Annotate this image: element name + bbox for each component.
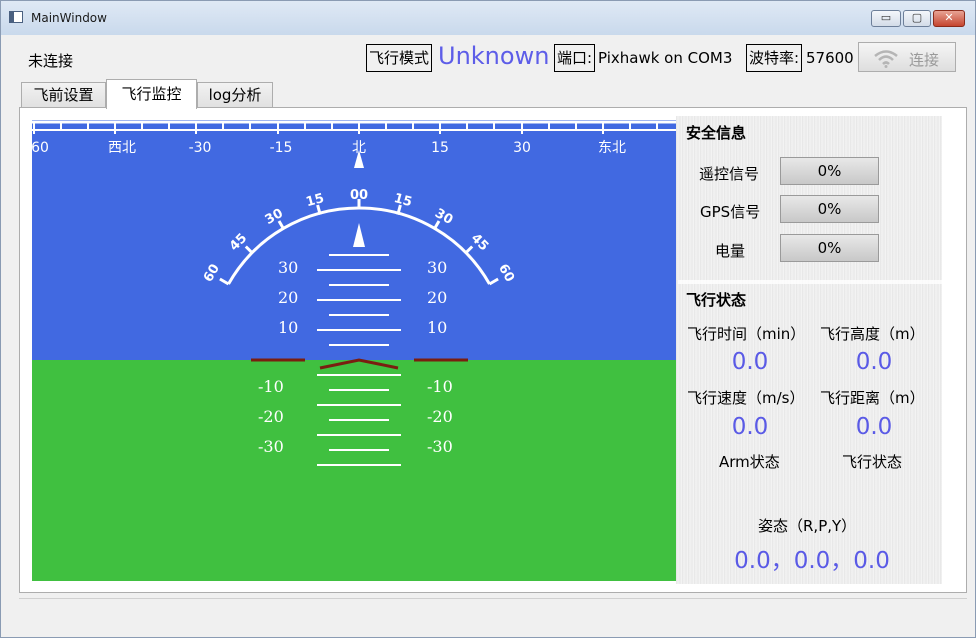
pitch-label: 20 — [427, 288, 447, 307]
battery-label: 电量 — [715, 242, 746, 260]
flight-altitude-value: 0.0 — [855, 349, 893, 375]
pitch-label: -20 — [258, 407, 284, 426]
baud-label: 波特率: — [746, 44, 803, 72]
pitch-label: -30 — [258, 437, 284, 456]
sky — [32, 120, 676, 360]
tab-log-analysis[interactable]: log分析 — [197, 82, 273, 108]
battery-bar: 0% — [780, 234, 879, 262]
close-button[interactable]: ✕ — [933, 10, 965, 27]
flight-time-value: 0.0 — [731, 349, 769, 375]
pitch-label: 30 — [427, 258, 447, 277]
attitude-label: 姿态（R,P,Y） — [758, 517, 857, 535]
flight-distance-value: 0.0 — [855, 414, 893, 440]
heading-label: 30 — [513, 140, 531, 156]
pitch-label: -30 — [427, 437, 453, 456]
pitch-label: 20 — [278, 288, 298, 307]
flight-distance-label: 飞行距离（m） — [820, 389, 925, 407]
pitch-label: -20 — [427, 407, 453, 426]
heading-label: 西北 — [108, 140, 136, 156]
pitch-label: 10 — [427, 318, 447, 337]
arm-status-label: Arm状态 — [719, 453, 780, 471]
maximize-button[interactable]: ▢ — [903, 10, 931, 27]
heading-label: 60 — [32, 140, 49, 156]
rc-signal-bar: 0% — [780, 157, 879, 185]
flight-state-label: 飞行状态 — [842, 453, 903, 471]
heading-label: -30 — [189, 140, 212, 156]
title-bar: MainWindow ▭ ▢ ✕ — [1, 1, 975, 35]
gps-signal-label: GPS信号 — [700, 203, 761, 221]
connect-button-label: 连接 — [909, 51, 940, 69]
flight-altitude-label: 飞行高度（m） — [820, 325, 925, 343]
pitch-label: -10 — [258, 377, 284, 396]
safety-title: 安全信息 — [686, 124, 747, 142]
app-icon — [9, 11, 23, 23]
flight-speed-value: 0.0 — [731, 414, 769, 440]
flight-speed-label: 飞行速度（m/s） — [687, 389, 805, 407]
window-title: MainWindow — [31, 11, 107, 25]
attitude-value: 0.0，0.0，0.0 — [734, 548, 890, 574]
tab-preflight[interactable]: 飞前设置 — [21, 82, 106, 108]
flight-mode-value: Unknown — [438, 42, 550, 70]
port-label: 端口: — [554, 44, 596, 72]
wifi-icon — [874, 50, 898, 68]
gps-signal-bar: 0% — [780, 195, 879, 223]
ground — [32, 360, 676, 581]
connection-status: 未连接 — [28, 52, 74, 70]
pitch-label: 30 — [278, 258, 298, 277]
rc-signal-label: 遥控信号 — [699, 165, 760, 183]
flight-mode-label: 飞行模式 — [366, 44, 433, 72]
section-divider — [678, 280, 942, 284]
bank-label: 00 — [350, 188, 368, 203]
baud-value[interactable]: 57600 — [806, 49, 854, 67]
pitch-label: 10 — [278, 318, 298, 337]
flight-time-label: 飞行时间（min） — [687, 325, 806, 343]
heading-label: -15 — [270, 140, 293, 156]
attitude-indicator: 60 西北 -30 -15 北 15 30 东北 60 45 30 15 00 … — [32, 120, 676, 581]
pitch-label: -10 — [427, 377, 453, 396]
port-value[interactable]: Pixhawk on COM3 — [598, 49, 732, 67]
minimize-button[interactable]: ▭ — [871, 10, 901, 27]
status-bar — [19, 598, 967, 611]
tab-flight-monitor[interactable]: 飞行监控 — [106, 79, 197, 109]
heading-label: 15 — [431, 140, 449, 156]
flight-status-title: 飞行状态 — [686, 291, 747, 309]
heading-label: 东北 — [598, 140, 626, 156]
connect-button[interactable]: 连接 — [858, 42, 956, 72]
